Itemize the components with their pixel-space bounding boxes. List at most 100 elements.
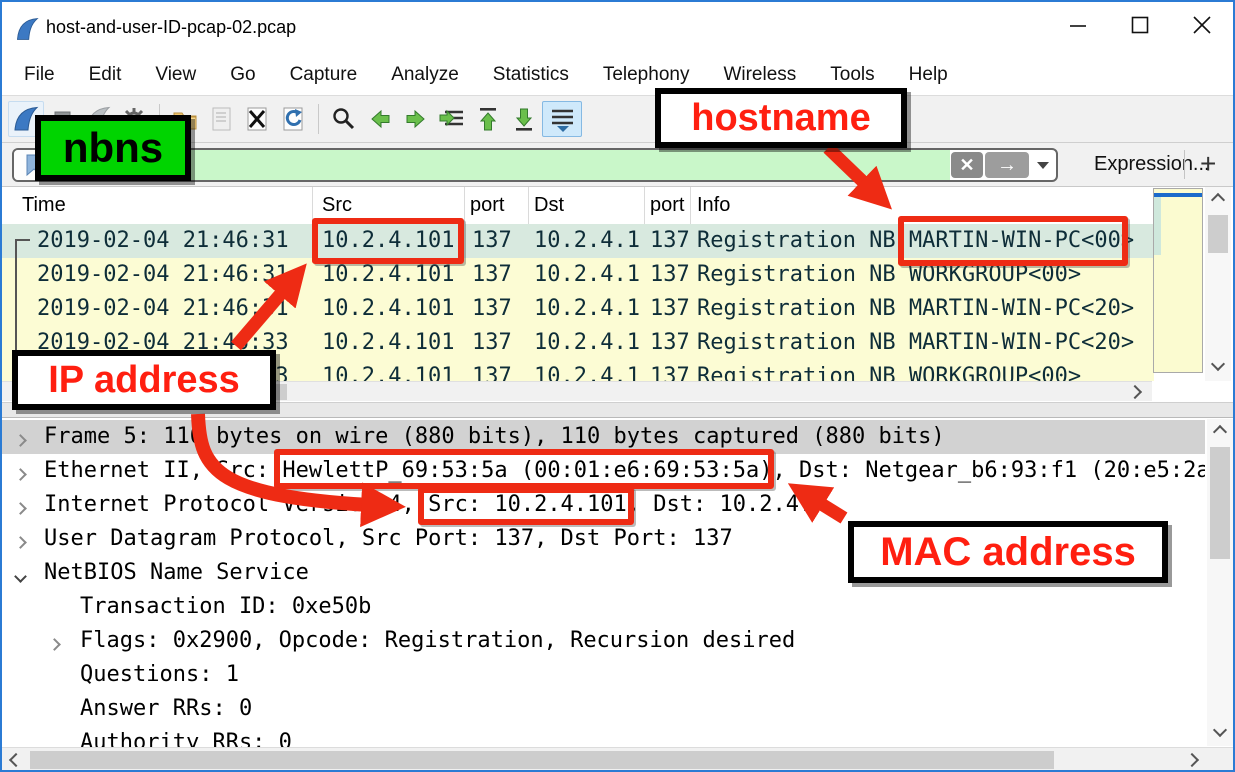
scroll-down-icon[interactable]: [1205, 353, 1231, 375]
hscroll-thumb[interactable]: [30, 751, 1054, 769]
cell-dst: 10.2.4.1: [534, 228, 640, 253]
menu-item-view[interactable]: View: [155, 64, 196, 86]
maximize-button[interactable]: [1109, 2, 1171, 48]
cell-time: 2019-02-04 21:46:31: [37, 228, 289, 253]
menu-item-go[interactable]: Go: [230, 64, 255, 86]
detail-text: Questions: 1: [80, 662, 239, 687]
mac-address-annotation-text: MAC address: [880, 530, 1136, 575]
scroll-up-icon[interactable]: [1205, 189, 1231, 211]
column-separator[interactable]: [690, 187, 691, 224]
window-title: host-and-user-ID-pcap-02.pcap: [46, 17, 296, 38]
menu-item-capture[interactable]: Capture: [290, 64, 358, 86]
go-forward-icon[interactable]: [398, 101, 434, 137]
expander-closed-icon[interactable]: [16, 432, 25, 450]
column-header-info[interactable]: Info: [697, 194, 730, 217]
detail-text: Answer RRs: 0: [80, 696, 252, 721]
column-header-src[interactable]: Src: [322, 194, 352, 217]
minimap-region-marker: [1154, 197, 1161, 255]
go-to-last-packet-icon[interactable]: [506, 101, 542, 137]
column-separator[interactable]: [644, 187, 645, 224]
vscroll-thumb[interactable]: [1208, 215, 1228, 253]
detail-hscrollbar[interactable]: [2, 747, 1233, 771]
expander-open-icon[interactable]: [16, 568, 25, 586]
expression-button[interactable]: Expression...: [1094, 153, 1210, 176]
column-header-time[interactable]: Time: [22, 194, 66, 217]
menu-item-statistics[interactable]: Statistics: [493, 64, 569, 86]
cell-dst: 10.2.4.1: [534, 364, 640, 381]
go-to-first-packet-icon[interactable]: [470, 101, 506, 137]
nbns-annotation-text: nbns: [63, 124, 163, 172]
detail-text: NetBIOS Name Service: [44, 560, 309, 585]
filter-apply-icon[interactable]: →: [985, 152, 1029, 178]
close-button[interactable]: [1171, 2, 1233, 48]
menu-item-tools[interactable]: Tools: [830, 64, 874, 86]
cell-dst: 10.2.4.1: [534, 262, 640, 287]
menu-bar: File Edit View Go Capture Analyze Statistics Te…: [2, 55, 1233, 95]
nbns-annotation-label: nbns: [35, 115, 191, 181]
cell-src: 10.2.4.101: [322, 364, 454, 381]
scroll-left-icon[interactable]: [4, 750, 28, 770]
cell-info: Registration NB WORKGROUP<00>: [697, 364, 1081, 381]
cell-time: 2019-02-04 21:46:31: [37, 262, 289, 287]
filter-clear-icon[interactable]: ✕: [951, 152, 983, 178]
detail-row[interactable]: Questions: 1: [2, 658, 1205, 692]
packet-list-minimap[interactable]: [1153, 188, 1203, 373]
go-back-icon[interactable]: [362, 101, 398, 137]
detail-row[interactable]: Transaction ID: 0xe50b: [2, 590, 1205, 624]
minimap-selected-marker: [1154, 193, 1202, 197]
expander-closed-icon[interactable]: [16, 466, 25, 484]
scroll-right-icon[interactable]: [1180, 750, 1204, 770]
annotation-box-src-ip: [312, 218, 464, 264]
ip-address-annotation-text: IP address: [48, 359, 240, 402]
go-to-packet-icon[interactable]: [434, 101, 470, 137]
detail-row[interactable]: Authority RRs: 0: [2, 726, 1205, 747]
column-separator[interactable]: [528, 187, 529, 224]
detail-row[interactable]: Answer RRs: 0: [2, 692, 1205, 726]
add-filter-button[interactable]: +: [1200, 148, 1216, 180]
scroll-down-icon[interactable]: [1207, 719, 1233, 741]
cell-sport: 137: [472, 364, 512, 381]
cell-dport: 137: [650, 262, 690, 287]
menu-item-wireless[interactable]: Wireless: [723, 64, 796, 86]
expander-closed-icon[interactable]: [16, 500, 25, 518]
window-controls: [1047, 2, 1233, 48]
column-separator[interactable]: [464, 187, 465, 224]
menu-item-file[interactable]: File: [24, 64, 55, 86]
column-header-dport[interactable]: port: [650, 194, 684, 217]
column-header-dst[interactable]: Dst: [534, 194, 564, 217]
title-bar: host-and-user-ID-pcap-02.pcap: [2, 2, 1233, 55]
cell-dst: 10.2.4.1: [534, 296, 640, 321]
vscroll-thumb[interactable]: [1210, 447, 1230, 559]
annotation-box-mac: [274, 449, 774, 489]
scroll-up-icon[interactable]: [1207, 421, 1233, 443]
detail-row[interactable]: Flags: 0x2900, Opcode: Registration, Rec…: [2, 624, 1205, 658]
filterbar-divider: [1184, 150, 1185, 179]
expander-closed-icon[interactable]: [50, 636, 59, 654]
expander-closed-icon[interactable]: [16, 534, 25, 552]
cell-sport: 137: [472, 262, 512, 287]
menu-item-telephony[interactable]: Telephony: [603, 64, 690, 86]
packet-list-vscrollbar[interactable]: [1205, 187, 1231, 381]
detail-text: Transaction ID: 0xe50b: [80, 594, 371, 619]
detail-text: Authority RRs: 0: [80, 730, 292, 747]
hostname-annotation-text: hostname: [691, 97, 870, 140]
column-header-sport[interactable]: port: [470, 194, 504, 217]
filter-dropdown-caret-icon[interactable]: [1030, 150, 1056, 180]
menu-item-analyze[interactable]: Analyze: [391, 64, 459, 86]
hostname-annotation-label: hostname: [655, 88, 907, 148]
packet-row[interactable]: 2019-02-04 21:46:3110.2.4.10113710.2.4.1…: [2, 292, 1154, 326]
cell-src: 10.2.4.101: [322, 330, 454, 355]
reload-file-icon[interactable]: [275, 101, 311, 137]
menu-item-edit[interactable]: Edit: [89, 64, 122, 86]
cell-src: 10.2.4.101: [322, 262, 454, 287]
save-file-icon[interactable]: [203, 101, 239, 137]
scroll-right-icon[interactable]: [1122, 382, 1148, 401]
close-file-icon[interactable]: [239, 101, 275, 137]
minimize-button[interactable]: [1047, 2, 1109, 48]
menu-item-help[interactable]: Help: [909, 64, 948, 86]
detail-vscrollbar[interactable]: [1207, 419, 1233, 746]
auto-scroll-icon[interactable]: [542, 101, 582, 137]
detail-text: Frame 5: 110 bytes on wire (880 bits), 1…: [44, 424, 945, 449]
find-packet-icon[interactable]: [326, 101, 362, 137]
cell-dport: 137: [650, 228, 690, 253]
